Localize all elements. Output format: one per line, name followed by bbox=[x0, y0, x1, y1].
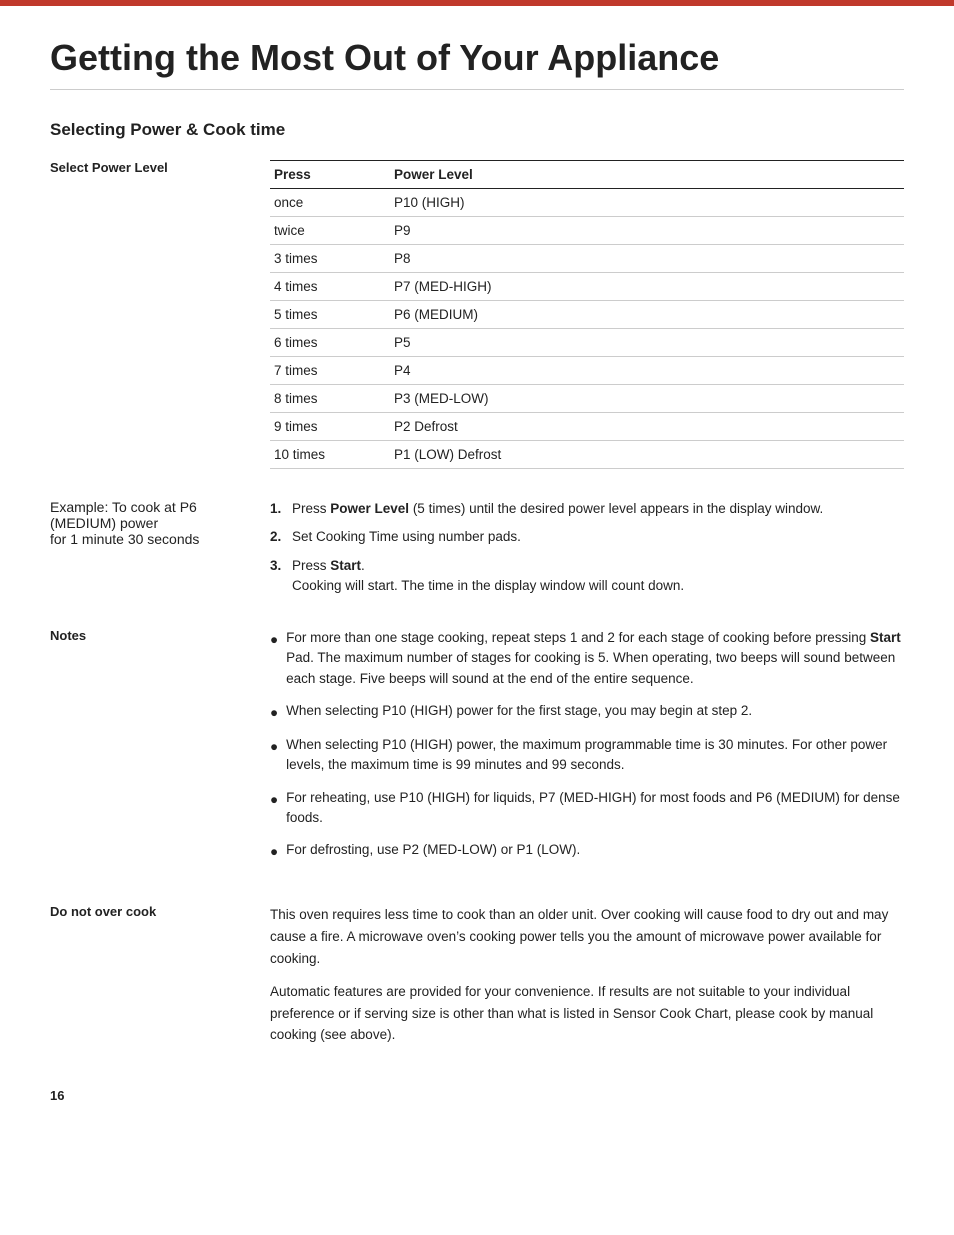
note-4-text: For reheating, use P10 (HIGH) for liquid… bbox=[286, 788, 904, 829]
page-number: 16 bbox=[50, 1088, 904, 1103]
do-not-left: Do not over cook bbox=[50, 904, 270, 1058]
table-cell-press: 9 times bbox=[270, 413, 390, 441]
note-2-text: When selecting P10 (HIGH) power for the … bbox=[286, 701, 752, 723]
table-cell-level: P6 (MEDIUM) bbox=[390, 301, 904, 329]
table-cell-level: P1 (LOW) Defrost bbox=[390, 441, 904, 469]
table-row: twiceP9 bbox=[270, 217, 904, 245]
example-label: Example: bbox=[50, 499, 108, 515]
note-2: ● When selecting P10 (HIGH) power for th… bbox=[270, 701, 904, 723]
table-cell-level: P7 (MED-HIGH) bbox=[390, 273, 904, 301]
step-3: 3. Press Start.Cooking will start. The t… bbox=[270, 556, 904, 597]
notes-list: ● For more than one stage cooking, repea… bbox=[270, 628, 904, 862]
table-cell-level: P3 (MED-LOW) bbox=[390, 385, 904, 413]
do-not-para-1: This oven requires less time to cook tha… bbox=[270, 904, 904, 969]
table-cell-press: 10 times bbox=[270, 441, 390, 469]
section-title: Selecting Power & Cook time bbox=[50, 120, 904, 140]
page-title: Getting the Most Out of Your Appliance bbox=[50, 36, 904, 90]
step-3-num: 3. bbox=[270, 556, 286, 597]
step-3-text: Press Start.Cooking will start. The time… bbox=[292, 556, 684, 597]
notes-left: Notes bbox=[50, 628, 270, 874]
step-1-text: Press Power Level (5 times) until the de… bbox=[292, 499, 823, 519]
table-row: 3 timesP8 bbox=[270, 245, 904, 273]
bullet-5: ● bbox=[270, 842, 278, 862]
bullet-1: ● bbox=[270, 630, 278, 689]
table-row: 5 timesP6 (MEDIUM) bbox=[270, 301, 904, 329]
table-cell-level: P10 (HIGH) bbox=[390, 189, 904, 217]
table-cell-level: P2 Defrost bbox=[390, 413, 904, 441]
note-1-text: For more than one stage cooking, repeat … bbox=[286, 628, 904, 689]
bullet-4: ● bbox=[270, 790, 278, 829]
notes-label: Notes bbox=[50, 628, 250, 643]
table-cell-press: once bbox=[270, 189, 390, 217]
table-cell-press: 6 times bbox=[270, 329, 390, 357]
table-row: 8 timesP3 (MED-LOW) bbox=[270, 385, 904, 413]
example-left: Example: To cook at P6 (MEDIUM) powerfor… bbox=[50, 499, 270, 604]
power-section: Select Power Level Press Power Level onc… bbox=[50, 160, 904, 469]
steps-list: 1. Press Power Level (5 times) until the… bbox=[270, 499, 904, 596]
note-3: ● When selecting P10 (HIGH) power, the m… bbox=[270, 735, 904, 776]
select-power-label: Select Power Level bbox=[50, 160, 250, 175]
table-cell-press: 4 times bbox=[270, 273, 390, 301]
do-not-section: Do not over cook This oven requires less… bbox=[50, 904, 904, 1058]
table-row: onceP10 (HIGH) bbox=[270, 189, 904, 217]
table-row: 6 timesP5 bbox=[270, 329, 904, 357]
step-2-text: Set Cooking Time using number pads. bbox=[292, 527, 521, 547]
table-cell-level: P8 bbox=[390, 245, 904, 273]
table-header-press: Press bbox=[270, 161, 390, 189]
note-1: ● For more than one stage cooking, repea… bbox=[270, 628, 904, 689]
do-not-label: Do not over cook bbox=[50, 904, 250, 919]
table-cell-level: P5 bbox=[390, 329, 904, 357]
table-cell-press: 7 times bbox=[270, 357, 390, 385]
table-row: 9 timesP2 Defrost bbox=[270, 413, 904, 441]
table-cell-press: 8 times bbox=[270, 385, 390, 413]
example-section: Example: To cook at P6 (MEDIUM) powerfor… bbox=[50, 499, 904, 604]
left-label-col: Select Power Level bbox=[50, 160, 270, 469]
table-row: 10 timesP1 (LOW) Defrost bbox=[270, 441, 904, 469]
note-5: ● For defrosting, use P2 (MED-LOW) or P1… bbox=[270, 840, 904, 862]
step-1-num: 1. bbox=[270, 499, 286, 519]
table-cell-press: 5 times bbox=[270, 301, 390, 329]
power-level-table: Press Power Level onceP10 (HIGH)twiceP93… bbox=[270, 160, 904, 469]
step-1: 1. Press Power Level (5 times) until the… bbox=[270, 499, 904, 519]
step-2-num: 2. bbox=[270, 527, 286, 547]
notes-section: Notes ● For more than one stage cooking,… bbox=[50, 628, 904, 874]
bullet-2: ● bbox=[270, 703, 278, 723]
table-row: 4 timesP7 (MED-HIGH) bbox=[270, 273, 904, 301]
power-table-col: Press Power Level onceP10 (HIGH)twiceP93… bbox=[270, 160, 904, 469]
table-cell-level: P9 bbox=[390, 217, 904, 245]
note-5-text: For defrosting, use P2 (MED-LOW) or P1 (… bbox=[286, 840, 580, 862]
do-not-right: This oven requires less time to cook tha… bbox=[270, 904, 904, 1058]
table-cell-press: twice bbox=[270, 217, 390, 245]
notes-right: ● For more than one stage cooking, repea… bbox=[270, 628, 904, 874]
table-row: 7 timesP4 bbox=[270, 357, 904, 385]
note-3-text: When selecting P10 (HIGH) power, the max… bbox=[286, 735, 904, 776]
table-cell-level: P4 bbox=[390, 357, 904, 385]
table-header-level: Power Level bbox=[390, 161, 904, 189]
example-right: 1. Press Power Level (5 times) until the… bbox=[270, 499, 904, 604]
note-4: ● For reheating, use P10 (HIGH) for liqu… bbox=[270, 788, 904, 829]
step-2: 2. Set Cooking Time using number pads. bbox=[270, 527, 904, 547]
do-not-para-2: Automatic features are provided for your… bbox=[270, 981, 904, 1046]
table-cell-press: 3 times bbox=[270, 245, 390, 273]
bullet-3: ● bbox=[270, 737, 278, 776]
